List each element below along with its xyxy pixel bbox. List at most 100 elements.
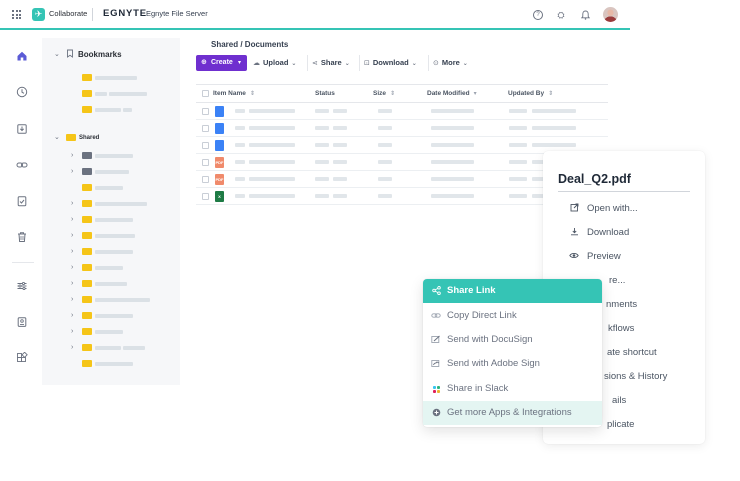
- chevron-right-icon[interactable]: ›: [71, 230, 73, 242]
- share-icon: ⋖: [312, 60, 318, 67]
- product-name: Egnyte File Server: [146, 9, 208, 18]
- app-name[interactable]: Collaborate: [49, 9, 87, 18]
- toolbar-divider: [359, 55, 360, 71]
- chevron-right-icon[interactable]: ›: [71, 214, 73, 226]
- tree-folder[interactable]: ›: [42, 262, 180, 274]
- row-checkbox[interactable]: [202, 142, 209, 149]
- graduation-cap-icon[interactable]: ⛭: [556, 10, 566, 20]
- column-header-updated-by[interactable]: Updated By ⇕: [508, 90, 553, 97]
- row-checkbox[interactable]: [202, 159, 209, 166]
- row-checkbox[interactable]: [202, 125, 209, 132]
- chevron-right-icon[interactable]: ›: [71, 342, 73, 354]
- folder-icon: [82, 296, 92, 303]
- share-button[interactable]: ⋖ Share ⌄: [312, 55, 350, 71]
- trash-icon[interactable]: [16, 231, 28, 243]
- share-link-item[interactable]: Share Link: [423, 279, 602, 303]
- apps-integrations-icon[interactable]: [16, 351, 28, 364]
- inbox-upload-icon[interactable]: [16, 123, 28, 135]
- copy-direct-link-item[interactable]: Copy Direct Link: [423, 304, 602, 328]
- tree-folder[interactable]: ›: [42, 342, 180, 354]
- duplicate-label: plicate: [607, 419, 635, 430]
- table-row[interactable]: [196, 120, 608, 137]
- avatar[interactable]: [603, 7, 618, 22]
- tree-folder[interactable]: ›: [42, 150, 180, 162]
- download-label: Download: [587, 227, 630, 238]
- send-with-docusign-label: Send with DocuSign: [447, 334, 533, 345]
- share-in-slack-item[interactable]: Share in Slack: [423, 377, 602, 401]
- comments-label: nments: [606, 299, 638, 310]
- chevron-down-icon[interactable]: ⌄: [54, 49, 60, 61]
- download-button[interactable]: ⊡ Download ⌄: [364, 55, 417, 71]
- folder-icon: [82, 168, 92, 175]
- row-checkbox[interactable]: [202, 108, 209, 115]
- folder-icon: [82, 344, 92, 351]
- bookmark-folder[interactable]: [42, 72, 180, 84]
- tree-folder[interactable]: [42, 182, 180, 194]
- share-in-slack-label: Share in Slack: [447, 383, 509, 394]
- tree-folder[interactable]: ›: [42, 310, 180, 322]
- create-button[interactable]: ⊕ Create ▾: [196, 55, 247, 71]
- bookmarks-header[interactable]: ⌄ Bookmarks: [42, 49, 180, 61]
- chevron-right-icon[interactable]: ›: [71, 150, 73, 162]
- link-icon[interactable]: [16, 159, 28, 171]
- chevron-down-icon[interactable]: ⌄: [54, 132, 60, 144]
- bell-icon[interactable]: [580, 10, 590, 20]
- chevron-right-icon[interactable]: ›: [71, 198, 73, 210]
- more-dots-icon: ⊙: [433, 60, 439, 67]
- google-doc-icon: [215, 106, 224, 117]
- upload-button[interactable]: ☁ Upload ⌄: [253, 55, 296, 71]
- bookmark-folder[interactable]: [42, 88, 180, 100]
- app-grid-icon[interactable]: [12, 10, 21, 19]
- breadcrumb[interactable]: Shared / Documents: [211, 40, 288, 49]
- more-button[interactable]: ⊙ More ⌄: [433, 55, 468, 71]
- tree-folder[interactable]: ›: [42, 326, 180, 338]
- home-icon[interactable]: [16, 50, 28, 62]
- excel-file-icon: X: [215, 191, 224, 202]
- row-checkbox[interactable]: [202, 176, 209, 183]
- column-header-status[interactable]: Status: [315, 90, 335, 97]
- column-label: Updated By: [508, 90, 545, 97]
- shared-label: Shared: [79, 135, 100, 141]
- tree-folder[interactable]: ›: [42, 166, 180, 178]
- column-header-name[interactable]: Item Name ⇕: [213, 90, 255, 97]
- reports-icon[interactable]: [16, 316, 28, 328]
- tree-folder[interactable]: ›: [42, 198, 180, 210]
- tree-folder[interactable]: ›: [42, 294, 180, 306]
- tree-folder[interactable]: ›: [42, 278, 180, 290]
- select-all-checkbox[interactable]: [202, 90, 209, 97]
- chevron-down-icon: ⌄: [344, 61, 350, 67]
- table-row[interactable]: [196, 103, 608, 120]
- tree-folder[interactable]: ›: [42, 246, 180, 258]
- column-header-modified[interactable]: Date Modified ▾: [427, 90, 477, 97]
- upload-label: Upload: [263, 58, 289, 67]
- workflows-label: kflows: [608, 323, 635, 334]
- chevron-right-icon[interactable]: ›: [71, 278, 73, 290]
- tree-folder[interactable]: ›: [42, 214, 180, 226]
- send-with-docusign-item[interactable]: Send with DocuSign: [423, 328, 602, 352]
- get-more-apps-item[interactable]: Get more Apps & Integrations: [423, 401, 602, 425]
- help-icon[interactable]: ?: [533, 10, 543, 20]
- column-header-size[interactable]: Size ⇕: [373, 90, 395, 97]
- shared-header[interactable]: ⌄ Shared: [42, 132, 180, 144]
- recent-clock-icon[interactable]: [16, 86, 28, 98]
- chevron-right-icon[interactable]: ›: [71, 310, 73, 322]
- bookmark-folder[interactable]: [42, 104, 180, 116]
- plus-circle-icon: ⊕: [201, 59, 207, 66]
- docusign-icon: [431, 328, 441, 354]
- chevron-right-icon[interactable]: ›: [71, 326, 73, 338]
- table-header: Item Name ⇕ Status Size ⇕ Date Modified ▾ U…: [196, 84, 608, 103]
- external-open-icon: [569, 203, 579, 216]
- tree-folder[interactable]: ›: [42, 230, 180, 242]
- download-icon: ⊡: [364, 60, 370, 67]
- settings-sliders-icon[interactable]: [16, 280, 28, 292]
- tasks-clipboard-icon[interactable]: [16, 195, 28, 207]
- column-label: Date Modified: [427, 90, 470, 97]
- tree-folder[interactable]: [42, 358, 180, 370]
- send-with-adobe-sign-item[interactable]: Send with Adobe Sign: [423, 352, 602, 376]
- chevron-right-icon[interactable]: ›: [71, 246, 73, 258]
- chevron-right-icon[interactable]: ›: [71, 166, 73, 178]
- chevron-right-icon[interactable]: ›: [71, 262, 73, 274]
- row-checkbox[interactable]: [202, 193, 209, 200]
- chevron-right-icon[interactable]: ›: [71, 294, 73, 306]
- create-label: Create: [211, 59, 233, 66]
